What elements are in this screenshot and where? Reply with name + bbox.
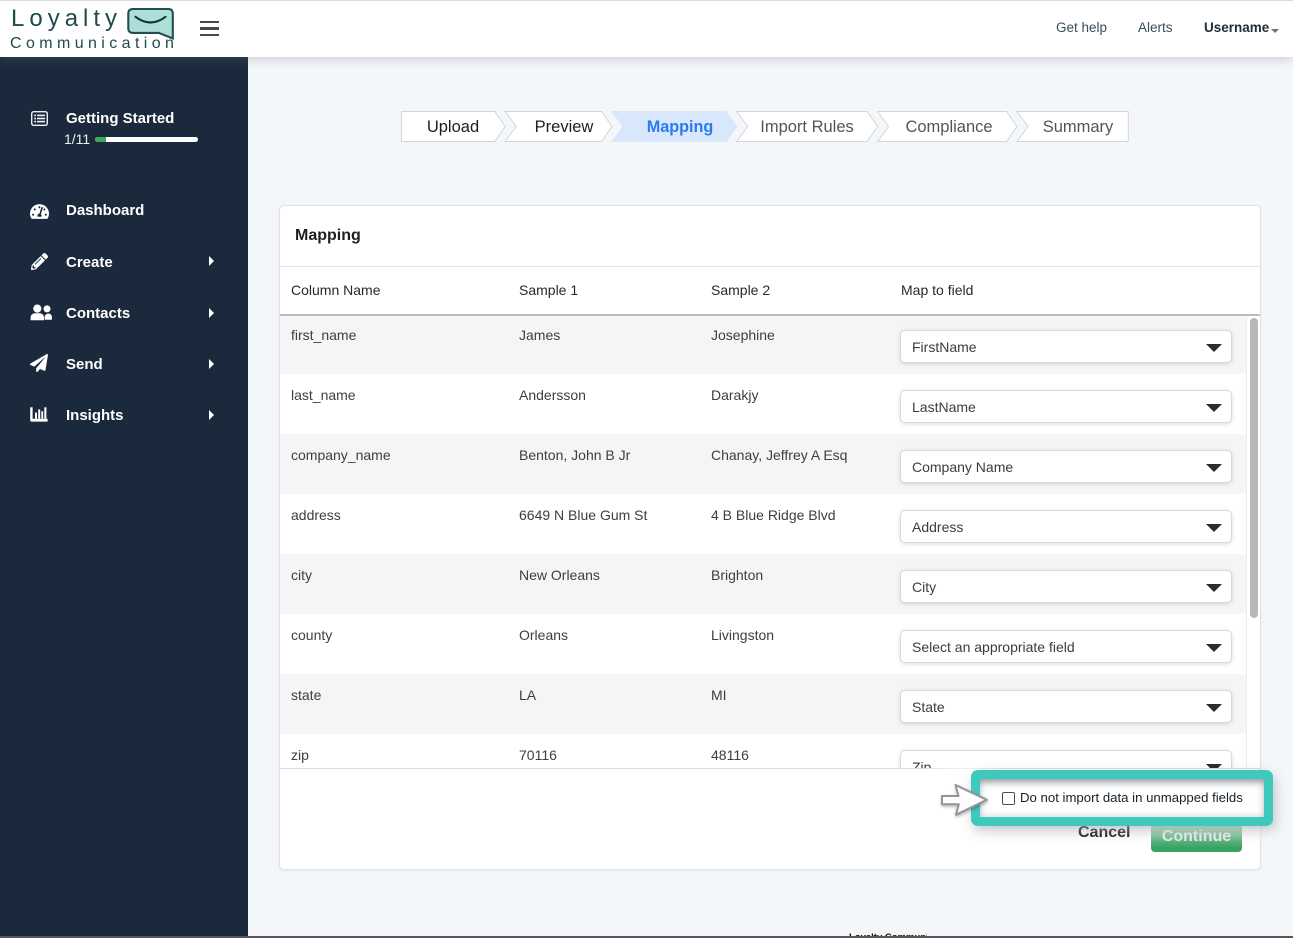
- svg-text:Import Rules: Import Rules: [760, 118, 854, 136]
- svg-text:Preview: Preview: [535, 118, 594, 136]
- svg-text:Upload: Upload: [427, 118, 479, 136]
- svg-text:Compliance: Compliance: [905, 118, 992, 136]
- svg-text:Summary: Summary: [1043, 118, 1114, 136]
- svg-text:Mapping: Mapping: [647, 118, 714, 136]
